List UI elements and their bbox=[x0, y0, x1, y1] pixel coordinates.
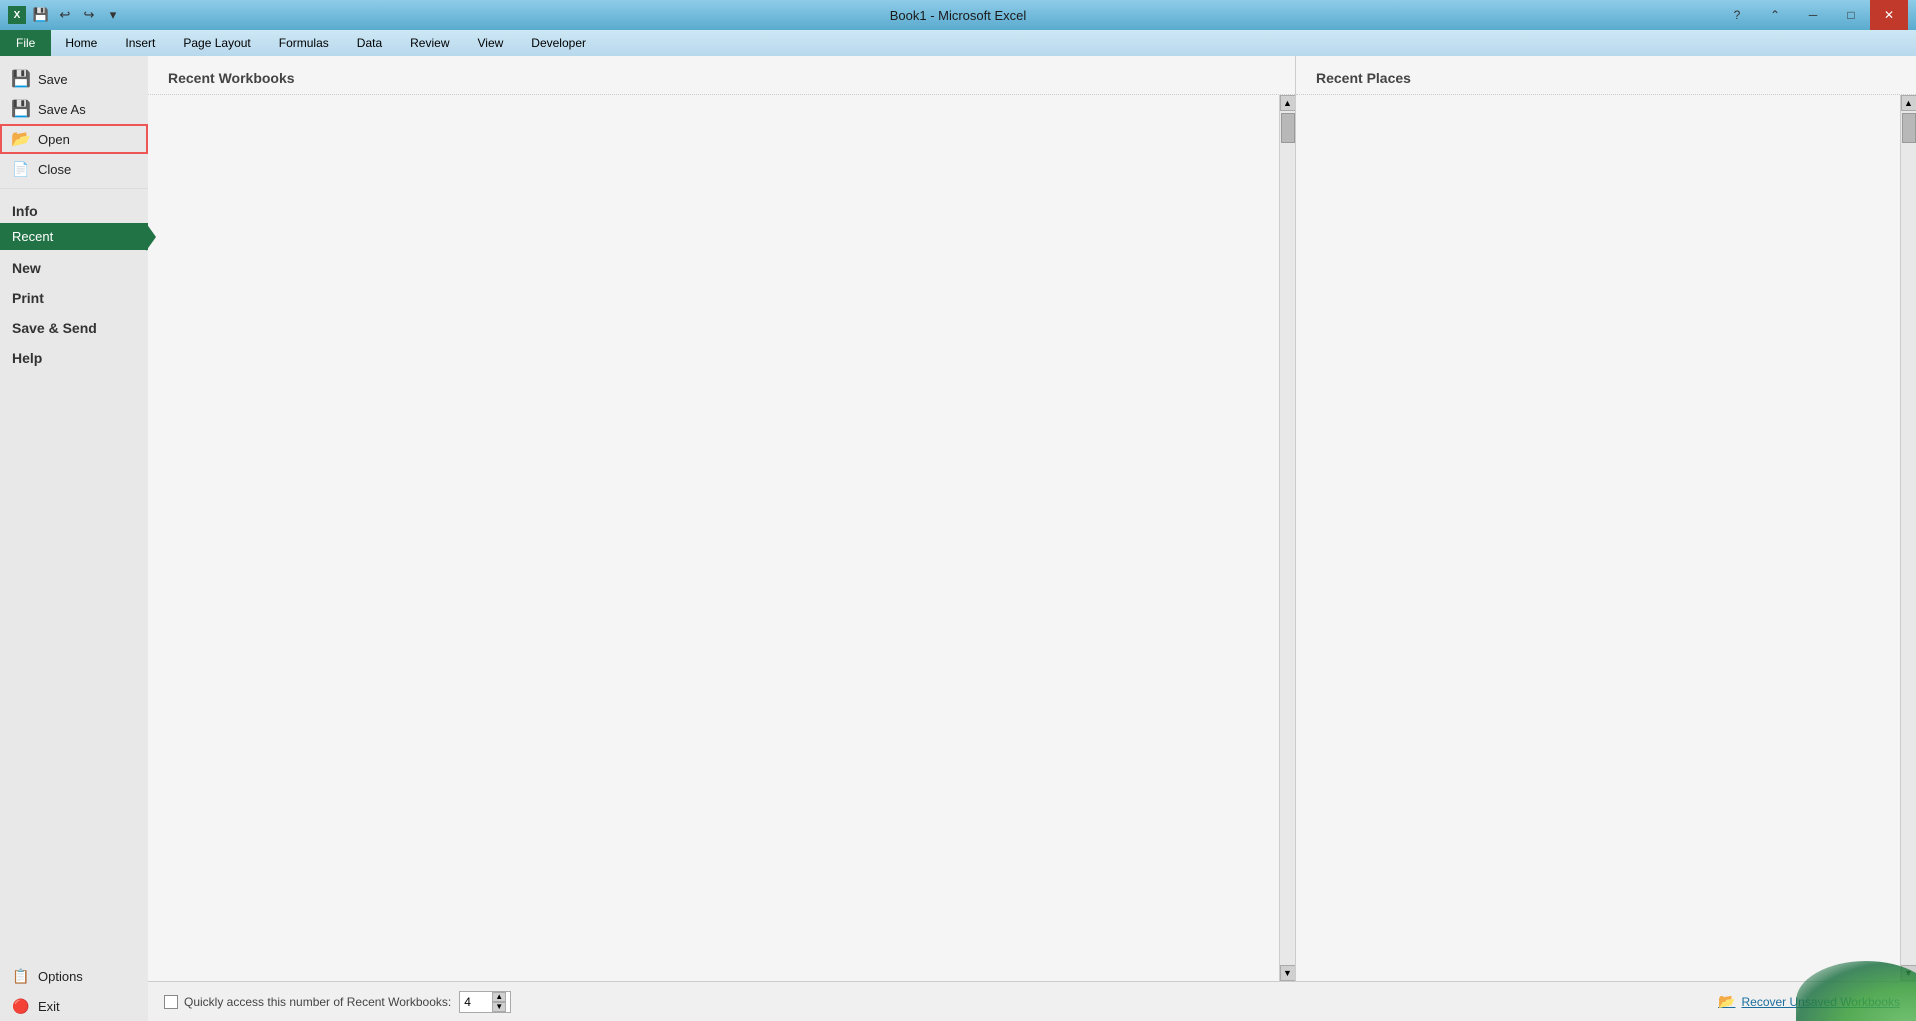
places-scrollbar-thumb[interactable] bbox=[1902, 113, 1916, 143]
sidebar-open-label: Open bbox=[38, 132, 70, 147]
exit-icon: 🔴 bbox=[12, 997, 30, 1015]
tab-page-layout[interactable]: Page Layout bbox=[169, 30, 264, 56]
sidebar-close-label: Close bbox=[38, 162, 71, 177]
title-bar: X 💾 ↩ ↪ ▾ Book1 - Microsoft Excel ? ⌃ ─ … bbox=[0, 0, 1916, 30]
divider-1 bbox=[0, 188, 148, 189]
close-btn[interactable]: ✕ bbox=[1870, 0, 1908, 30]
sidebar: 💾 Save 💾 Save As 📂 Open 📄 Close Info Rec… bbox=[0, 56, 148, 1021]
ribbon-collapse-btn[interactable]: ⌃ bbox=[1756, 0, 1794, 30]
recent-workbooks-checkbox-label[interactable]: Quickly access this number of Recent Wor… bbox=[164, 995, 451, 1009]
sidebar-options-label: Options bbox=[38, 969, 83, 984]
sidebar-item-new[interactable]: New bbox=[0, 250, 148, 280]
print-label: Print bbox=[12, 290, 44, 306]
help-btn[interactable]: ? bbox=[1718, 0, 1756, 30]
number-down-arrow[interactable]: ▼ bbox=[492, 1002, 506, 1012]
tab-data[interactable]: Data bbox=[343, 30, 396, 56]
tab-file[interactable]: File bbox=[0, 30, 51, 56]
window-controls: ? ⌃ ─ □ ✕ bbox=[1718, 0, 1908, 30]
help-label: Help bbox=[12, 350, 42, 366]
open-icon: 📂 bbox=[12, 130, 30, 148]
new-label: New bbox=[12, 260, 41, 276]
recent-workbooks-header: Recent Workbooks bbox=[148, 56, 1295, 95]
quick-access-toolbar: 💾 ↩ ↪ ▾ bbox=[30, 4, 124, 26]
tab-review[interactable]: Review bbox=[396, 30, 463, 56]
recent-panes: Recent Workbooks ▲ ▼ Recent Places ▲ bbox=[148, 56, 1916, 981]
sidebar-save-label: Save bbox=[38, 72, 68, 87]
number-value: 4 bbox=[464, 995, 471, 1009]
recent-workbooks-checkbox[interactable] bbox=[164, 995, 178, 1009]
content-area: Recent Workbooks ▲ ▼ Recent Places ▲ bbox=[148, 56, 1916, 1021]
excel-icon: X bbox=[8, 6, 26, 24]
undo-btn[interactable]: ↩ bbox=[54, 4, 76, 26]
customize-qs-btn[interactable]: ▾ bbox=[102, 4, 124, 26]
sidebar-item-save[interactable]: 💾 Save bbox=[0, 64, 148, 94]
sidebar-item-info[interactable]: Info bbox=[0, 193, 148, 223]
window-title: Book1 - Microsoft Excel bbox=[890, 8, 1027, 23]
ribbon-tabs: File Home Insert Page Layout Formulas Da… bbox=[0, 30, 1916, 56]
save-as-icon: 💾 bbox=[12, 100, 30, 118]
tab-view[interactable]: View bbox=[464, 30, 518, 56]
save-send-label: Save & Send bbox=[12, 320, 97, 336]
recent-label: Recent bbox=[12, 229, 53, 244]
tab-insert[interactable]: Insert bbox=[111, 30, 169, 56]
maximize-btn[interactable]: □ bbox=[1832, 0, 1870, 30]
sidebar-item-save-as[interactable]: 💾 Save As bbox=[0, 94, 148, 124]
title-bar-left: X 💾 ↩ ↪ ▾ bbox=[8, 4, 124, 26]
scrollbar-down-btn[interactable]: ▼ bbox=[1280, 965, 1296, 981]
recent-places-pane: Recent Places ▲ ▼ bbox=[1296, 56, 1916, 981]
workbooks-scrollbar[interactable]: ▲ ▼ bbox=[1279, 95, 1295, 981]
sidebar-item-open[interactable]: 📂 Open bbox=[0, 124, 148, 154]
sidebar-save-as-label: Save As bbox=[38, 102, 86, 117]
tab-home[interactable]: Home bbox=[51, 30, 111, 56]
recent-places-scroll[interactable]: ▲ ▼ bbox=[1296, 95, 1916, 981]
options-icon: 📋 bbox=[12, 967, 30, 985]
info-label: Info bbox=[12, 203, 38, 219]
main-area: 💾 Save 💾 Save As 📂 Open 📄 Close Info Rec… bbox=[0, 56, 1916, 1021]
green-corner bbox=[1796, 961, 1916, 1021]
close-file-icon: 📄 bbox=[12, 160, 30, 178]
recover-icon: 📂 bbox=[1718, 993, 1735, 1010]
sidebar-item-print[interactable]: Print bbox=[0, 280, 148, 310]
recent-workbooks-scroll[interactable]: ▲ ▼ bbox=[148, 95, 1295, 981]
places-scrollbar-up-btn[interactable]: ▲ bbox=[1901, 95, 1916, 111]
number-up-arrow[interactable]: ▲ bbox=[492, 992, 506, 1002]
tab-developer[interactable]: Developer bbox=[517, 30, 600, 56]
sidebar-item-close[interactable]: 📄 Close bbox=[0, 154, 148, 184]
sidebar-item-help[interactable]: Help bbox=[0, 340, 148, 370]
bottom-bar: Quickly access this number of Recent Wor… bbox=[148, 981, 1916, 1021]
recent-workbooks-checkbox-text: Quickly access this number of Recent Wor… bbox=[184, 995, 451, 1009]
save-icon: 💾 bbox=[12, 70, 30, 88]
scrollbar-thumb[interactable] bbox=[1281, 113, 1295, 143]
sidebar-item-recent[interactable]: Recent bbox=[0, 223, 148, 250]
sidebar-item-exit[interactable]: 🔴 Exit bbox=[0, 991, 148, 1021]
bottom-left: Quickly access this number of Recent Wor… bbox=[164, 991, 511, 1013]
tab-formulas[interactable]: Formulas bbox=[265, 30, 343, 56]
recent-places-header: Recent Places bbox=[1296, 56, 1916, 95]
recent-workbooks-number-input[interactable]: 4 ▲ ▼ bbox=[459, 991, 511, 1013]
redo-btn[interactable]: ↪ bbox=[78, 4, 100, 26]
recent-workbooks-pane: Recent Workbooks ▲ ▼ bbox=[148, 56, 1296, 981]
green-corner-inner bbox=[1796, 961, 1916, 1021]
save-qs-btn[interactable]: 💾 bbox=[30, 4, 52, 26]
number-arrows: ▲ ▼ bbox=[492, 992, 506, 1012]
sidebar-item-options[interactable]: 📋 Options bbox=[0, 961, 148, 991]
places-scrollbar[interactable]: ▲ ▼ bbox=[1900, 95, 1916, 981]
sidebar-item-save-send[interactable]: Save & Send bbox=[0, 310, 148, 340]
minimize-btn[interactable]: ─ bbox=[1794, 0, 1832, 30]
scrollbar-up-btn[interactable]: ▲ bbox=[1280, 95, 1296, 111]
sidebar-exit-label: Exit bbox=[38, 999, 60, 1014]
